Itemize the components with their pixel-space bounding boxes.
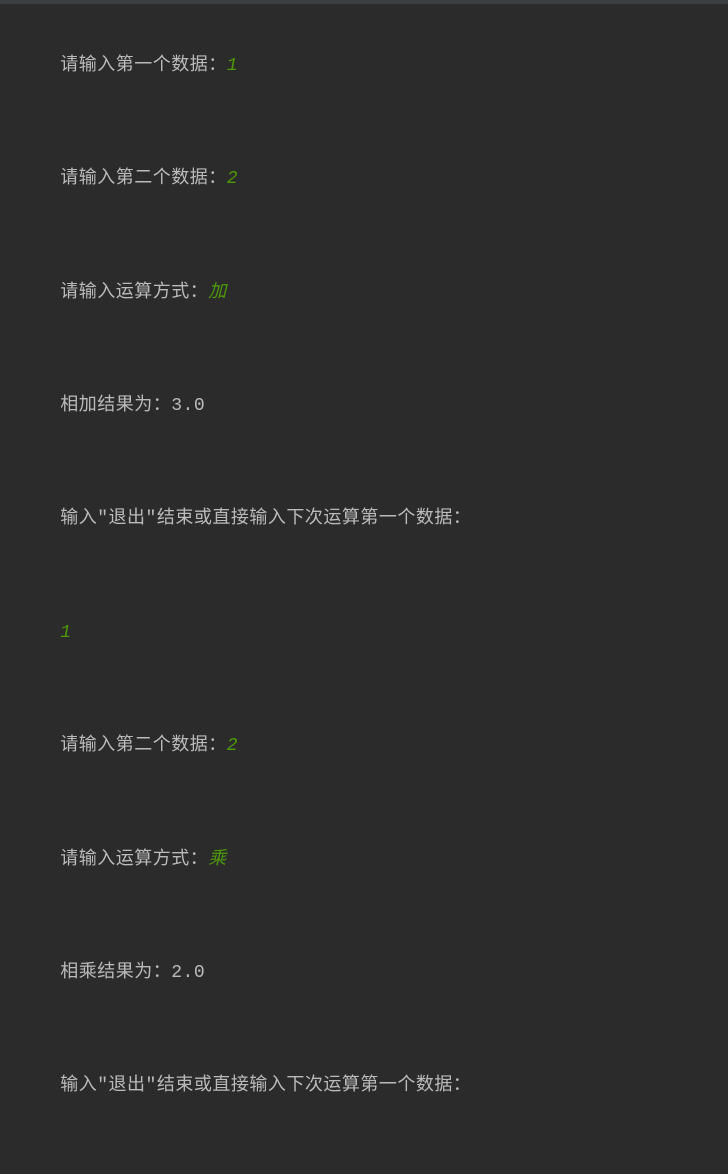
output-text: 输入"退出"结束或直接输入下次运算第一个数据： bbox=[60, 1076, 471, 1096]
user-input: 1 bbox=[227, 56, 238, 76]
console-line: 1 bbox=[15, 577, 713, 690]
console-line: 相乘结果为：2.0 bbox=[15, 917, 713, 1030]
user-input: 2 bbox=[227, 169, 238, 189]
prompt-text: 请输入运算方式： bbox=[60, 283, 208, 303]
prompt-text: 请输入第二个数据： bbox=[60, 736, 227, 756]
output-text: 相加结果为：3.0 bbox=[60, 396, 205, 416]
console-line: 输入"退出"结束或直接输入下次运算第一个数据： bbox=[15, 1031, 713, 1144]
console-line: 输入"退出"结束或直接输入下次运算第一个数据： bbox=[15, 464, 713, 577]
console-line: 请输入运算方式：加 bbox=[15, 237, 713, 350]
user-input: 1 bbox=[60, 623, 71, 643]
console-line: 相加结果为：3.0 bbox=[15, 350, 713, 463]
console-line: 请输入运算方式：乘 bbox=[15, 804, 713, 917]
title-bar-edge bbox=[0, 0, 728, 4]
console-line: 请输入第一个数据：1 bbox=[15, 10, 713, 123]
user-input: 乘 bbox=[208, 850, 227, 870]
prompt-text: 请输入第二个数据： bbox=[60, 169, 227, 189]
console-line: 请输入第二个数据：2 bbox=[15, 123, 713, 236]
output-text: 输入"退出"结束或直接输入下次运算第一个数据： bbox=[60, 509, 471, 529]
console-output: 请输入第一个数据：1 请输入第二个数据：2 请输入运算方式：加 相加结果为：3.… bbox=[15, 10, 713, 1174]
user-input: 2 bbox=[227, 736, 238, 756]
prompt-text: 请输入第一个数据： bbox=[60, 56, 227, 76]
prompt-text: 请输入运算方式： bbox=[60, 850, 208, 870]
console-line: 退出 bbox=[15, 1144, 713, 1174]
output-text: 相乘结果为：2.0 bbox=[60, 963, 205, 983]
user-input: 加 bbox=[208, 283, 227, 303]
console-line: 请输入第二个数据：2 bbox=[15, 690, 713, 803]
